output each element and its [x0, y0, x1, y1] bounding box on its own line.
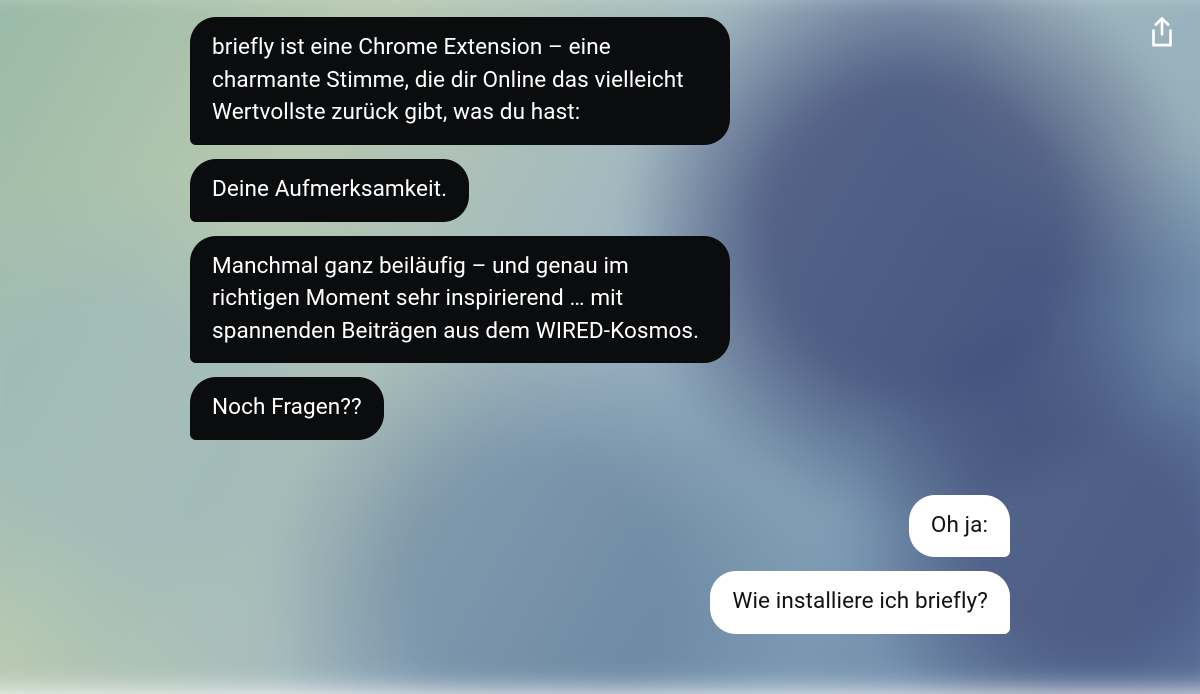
message-row: briefly ist eine Chrome Extension – eine… — [190, 17, 1010, 145]
message-row: Noch Fragen?? — [190, 377, 1010, 440]
message-row: Deine Aufmerksamkeit. — [190, 159, 1010, 222]
message-row: Manchmal ganz beiläufig – und genau im r… — [190, 236, 1010, 364]
incoming-message-bubble: Manchmal ganz beiläufig – und genau im r… — [190, 236, 730, 364]
incoming-message-bubble: Deine Aufmerksamkeit. — [190, 159, 469, 222]
incoming-message-bubble: Noch Fragen?? — [190, 377, 384, 440]
outgoing-message-bubble: Wie installiere ich briefly? — [710, 571, 1010, 634]
message-row: Wie installiere ich briefly? — [190, 571, 1010, 634]
spacer — [190, 447, 1010, 488]
outgoing-message-bubble: Oh ja: — [909, 495, 1010, 558]
chat-thread: briefly ist eine Chrome Extension – eine… — [0, 0, 1200, 677]
message-row: Oh ja: — [190, 495, 1010, 558]
incoming-message-bubble: briefly ist eine Chrome Extension – eine… — [190, 17, 730, 145]
